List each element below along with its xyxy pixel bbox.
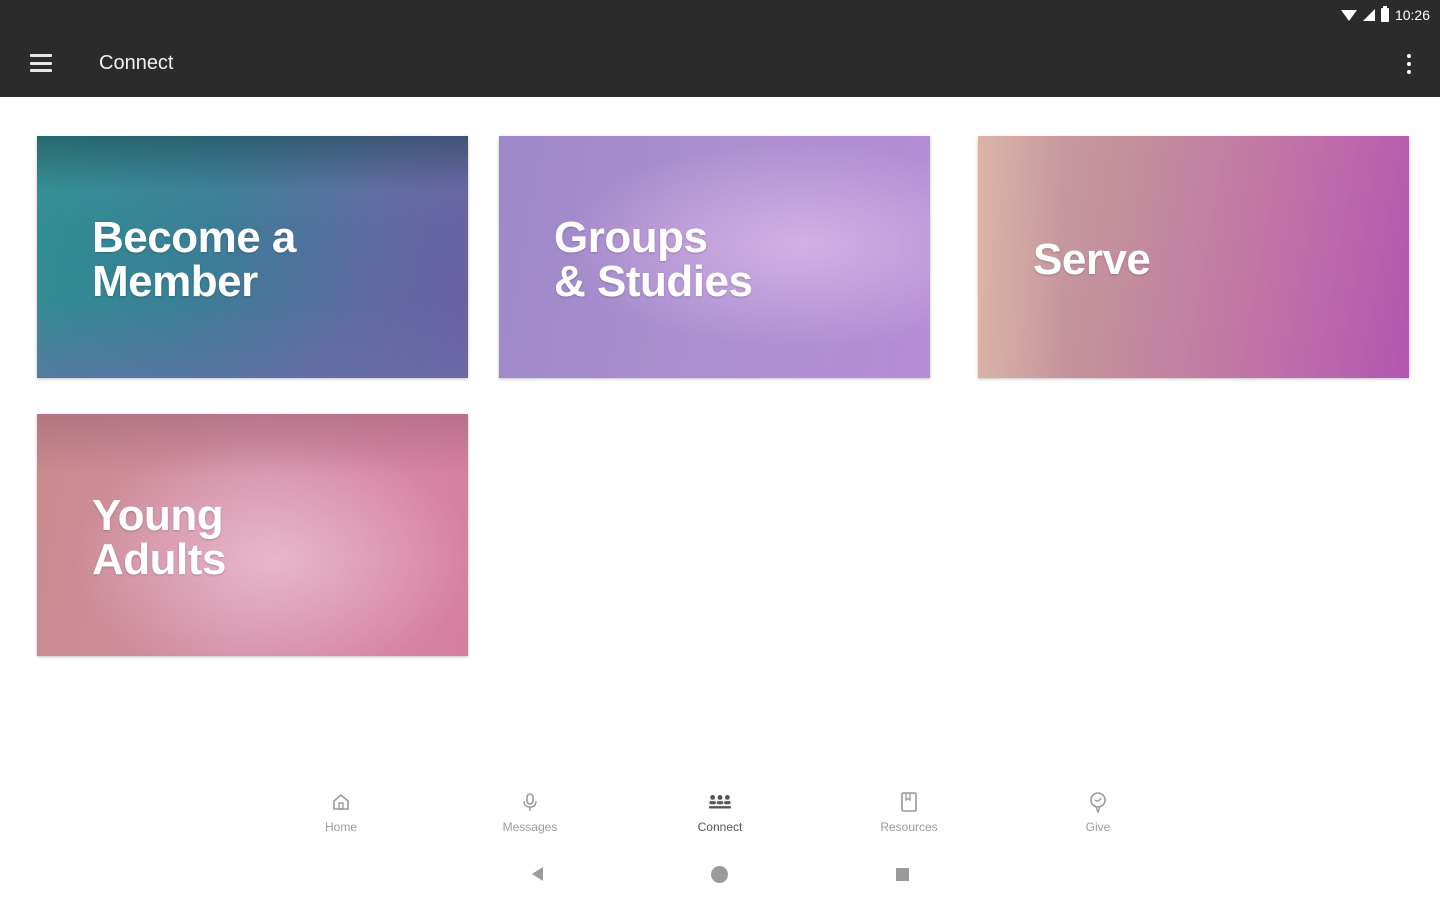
recent-apps-icon[interactable]: [896, 868, 909, 881]
wifi-icon: [1340, 9, 1357, 21]
card-title-line: Groups: [554, 213, 708, 262]
card-title: Become a Member: [92, 216, 296, 304]
card-young-adults[interactable]: Young Adults: [37, 414, 468, 656]
app-bar: Connect: [0, 30, 1440, 97]
nav-item-resources[interactable]: Resources: [849, 790, 969, 846]
nav-label: Give: [1085, 820, 1111, 834]
nav-label: Messages: [502, 820, 558, 834]
more-options-icon[interactable]: [1406, 54, 1412, 74]
home-icon: [329, 790, 353, 814]
page-title: Connect: [99, 52, 174, 74]
nav-label: Connect: [697, 820, 743, 834]
card-title-line: Serve: [1033, 235, 1151, 284]
give-icon: [1086, 790, 1110, 814]
nav-label: Resources: [880, 820, 938, 834]
nav-label: Home: [324, 820, 357, 834]
system-navigation-bar: [0, 850, 1440, 900]
card-title-line: Become a: [92, 213, 296, 262]
card-title-line: & Studies: [554, 257, 753, 306]
back-icon[interactable]: [532, 867, 543, 881]
status-time: 10:26: [1394, 7, 1430, 23]
bottom-navigation: Home Messages Connect Resources Give: [0, 780, 1440, 850]
nav-item-give[interactable]: Give: [1038, 790, 1158, 846]
card-become-a-member[interactable]: Become a Member: [37, 136, 468, 378]
card-serve[interactable]: Serve: [978, 136, 1409, 378]
menu-icon[interactable]: [30, 54, 52, 72]
card-groups-studies[interactable]: Groups & Studies: [499, 136, 930, 378]
status-bar: 10:26: [0, 0, 1440, 30]
card-title: Young Adults: [92, 494, 226, 582]
card-title-line: Adults: [92, 535, 226, 584]
nav-item-home[interactable]: Home: [281, 790, 401, 846]
nav-item-messages[interactable]: Messages: [470, 790, 590, 846]
people-icon: [708, 790, 732, 814]
signal-icon: [1362, 9, 1375, 21]
home-button-icon[interactable]: [711, 866, 728, 883]
microphone-icon: [518, 790, 542, 814]
card-title-line: Member: [92, 257, 258, 306]
card-title: Groups & Studies: [554, 213, 753, 306]
book-icon: [897, 790, 921, 814]
card-title-line: Young: [92, 491, 224, 540]
nav-item-connect[interactable]: Connect: [660, 790, 780, 846]
card-title: Serve: [1033, 235, 1151, 284]
status-icons: 10:26: [1340, 5, 1430, 25]
battery-icon: [1380, 6, 1389, 22]
